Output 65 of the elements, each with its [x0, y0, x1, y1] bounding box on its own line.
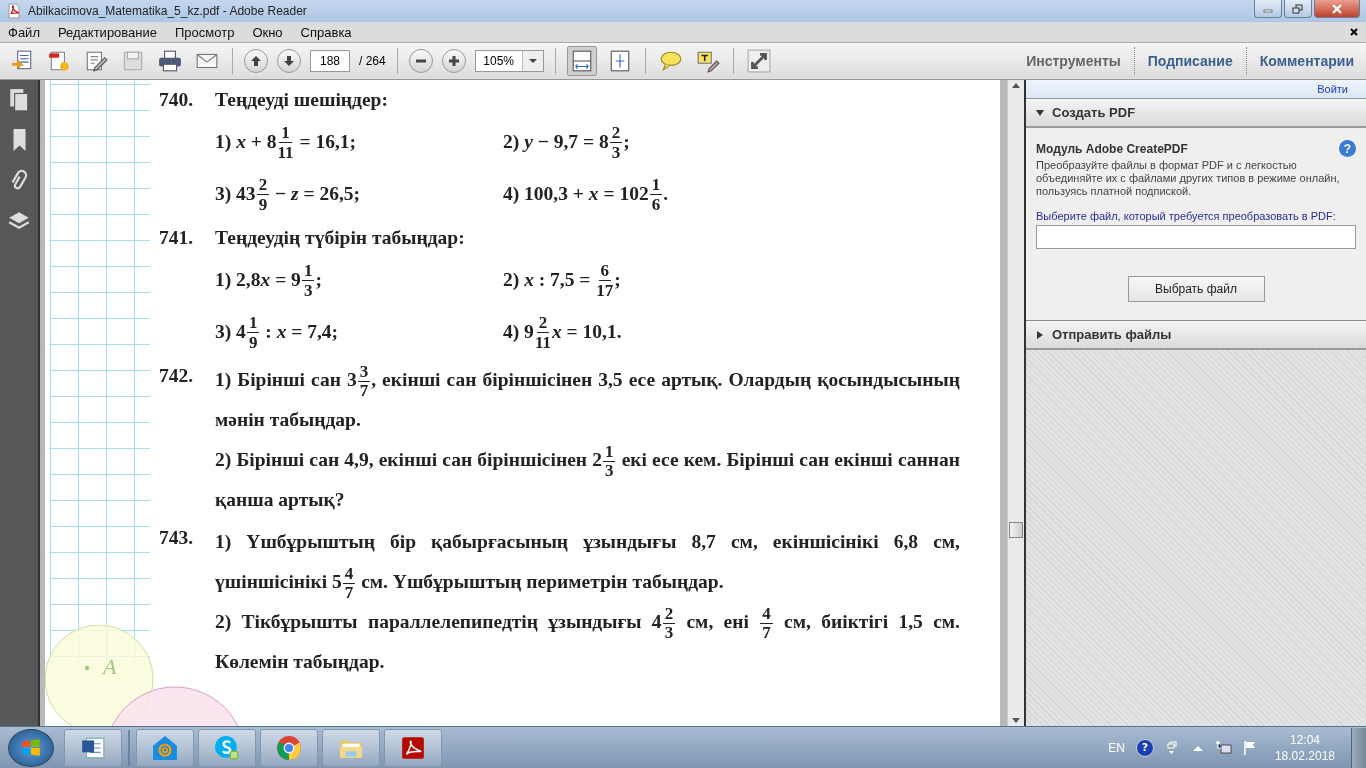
panel-tab[interactable]: Подписание: [1143, 53, 1237, 69]
flag-icon[interactable]: [1241, 739, 1258, 756]
problem-number: 741.: [159, 226, 195, 250]
panel-tab[interactable]: Инструменты: [1022, 53, 1125, 69]
file-label: Выберите файл, который требуется преобразовать в PDF:: [1036, 210, 1337, 222]
menu-item[interactable]: Редактирование: [57, 24, 157, 40]
description-text: Преобразуйте файлы в формат PDF и с легкостью объединяйте их с файлами других типов в режиме онлайн, пользуясь платной подпиской.: [1036, 159, 1341, 198]
chat-icon: [214, 734, 240, 761]
start-button[interactable]: [8, 728, 54, 767]
zoom-in-button[interactable]: [441, 49, 466, 73]
sign-in-link[interactable]: Войти: [1317, 80, 1348, 98]
fit-width-icon[interactable]: [566, 46, 597, 76]
full-screen-icon[interactable]: [744, 47, 773, 75]
menu-item[interactable]: Просмотр: [175, 24, 235, 40]
taskbar-button[interactable]: [384, 728, 442, 767]
pdf-icon: [400, 734, 426, 761]
menu-item[interactable]: Файл: [8, 24, 40, 40]
show-desktop-button[interactable]: [1351, 727, 1366, 768]
browser-icon: [276, 734, 302, 761]
page-number-field[interactable]: 188: [310, 50, 350, 72]
taskbar-button[interactable]: [260, 728, 318, 767]
plus-icon: [447, 55, 460, 67]
close-button[interactable]: [1314, 0, 1360, 18]
problem-number: 740.: [159, 88, 195, 112]
close-icon: [1331, 3, 1343, 14]
scroll-up-icon[interactable]: [1012, 83, 1020, 88]
problem-number: 743.: [159, 526, 195, 551]
restore-button[interactable]: [1284, 0, 1312, 18]
section-header[interactable]: Создать PDF: [1026, 99, 1366, 128]
previous-page-button[interactable]: [244, 49, 268, 73]
caret-icon: [1036, 108, 1044, 117]
help-button[interactable]: ?: [1339, 140, 1356, 157]
problem-title: Теңдеуді шешіңдер:: [215, 88, 389, 112]
scroll-down-icon[interactable]: [1012, 718, 1020, 723]
help-button[interactable]: ?: [1135, 738, 1154, 757]
panel-tab[interactable]: Комментарии: [1255, 53, 1358, 69]
file-field[interactable]: [1036, 225, 1356, 249]
pages-icon[interactable]: [8, 88, 30, 112]
menu-item[interactable]: Окно: [252, 24, 283, 40]
caret-icon: [1036, 330, 1044, 339]
scrollbar-thumb[interactable]: [1009, 522, 1023, 538]
zoom-dropdown[interactable]: 105%: [474, 50, 544, 72]
windows-logo-icon: [20, 736, 42, 759]
minimize-button[interactable]: [1254, 0, 1282, 18]
choose-file-button[interactable]: Выбрать файл: [1127, 276, 1265, 302]
up-arrow-icon: [250, 55, 262, 67]
pdf-file-icon: [6, 3, 22, 19]
network-icon[interactable]: [1215, 739, 1232, 756]
zoom-out-button[interactable]: [408, 49, 433, 73]
mail-icon: [152, 734, 178, 761]
down-arrow-icon: [283, 55, 295, 67]
point-label: A: [103, 654, 117, 680]
problem-number: 742.: [159, 364, 195, 388]
menu-item[interactable]: Справка: [300, 24, 352, 40]
close-icon[interactable]: [1350, 28, 1358, 36]
taskbar-button[interactable]: [64, 728, 122, 767]
restore-icon: [1292, 3, 1304, 14]
scrollbar[interactable]: [1007, 80, 1024, 726]
section-header[interactable]: Отправить файлы: [1026, 321, 1366, 350]
next-page-button[interactable]: [277, 49, 301, 73]
window-title: Abilkacimova_Matematika_5_kz.pdf - Adobe Reader: [28, 4, 307, 18]
problem-title: Теңдеудің түбірін табыңдар:: [215, 226, 466, 250]
page-count: / 264: [359, 54, 386, 68]
module-title: Модуль Adobe CreatePDF: [1036, 141, 1188, 156]
caret-icon: [528, 59, 537, 63]
